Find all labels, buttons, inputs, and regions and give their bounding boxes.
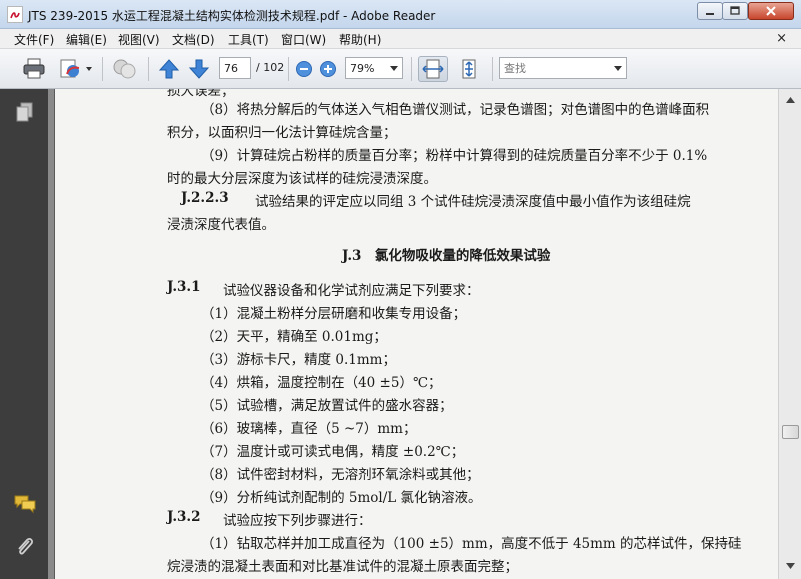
menu-document[interactable]: 文档(D) [172,31,215,48]
fit-width-icon [422,59,444,79]
zoom-in-icon [320,61,336,77]
list-item: （2）天平，精确至 0.01mg； [201,329,387,345]
toolbar-separator [102,57,103,81]
vertical-scrollbar[interactable] [778,89,801,579]
zoom-out-button[interactable] [294,56,314,82]
minimize-button[interactable] [697,2,723,20]
navigation-panel [0,89,48,579]
scrollbar-thumb[interactable] [782,425,799,439]
menu-view[interactable]: 视图(V) [118,31,160,48]
prev-page-button[interactable] [156,56,182,82]
arrow-down-icon [785,563,795,569]
chevron-down-icon [614,66,622,71]
toolbar: 76 / 102 79% 查找 [0,49,801,89]
next-page-button[interactable] [186,56,212,82]
title-bar: JTS 239-2015 水运工程混凝土结构实体检测技术规程.pdf - Ado… [0,0,801,29]
adobe-reader-icon [7,6,23,23]
text-line: 时的最大分层深度为该试样的硅烷浸渍深度。 [167,171,437,187]
pdf-page: 损大误差； （8）将热分解后的气体送入气相色谱仪测试，记录色谱图；对色谱图中的色… [54,89,778,579]
fit-page-button[interactable] [454,56,484,82]
collaborate-button[interactable] [110,56,140,82]
window-title: JTS 239-2015 水运工程混凝土结构实体检测技术规程.pdf - Ado… [28,9,436,23]
menu-tools[interactable]: 工具(T) [228,31,269,48]
attachments-panel-button[interactable] [14,535,36,557]
list-item: （8）试件密封材料，无溶剂环氧涂料或其他； [201,467,480,483]
list-item: （6）玻璃棒，直径（5 ~7）mm； [201,421,417,437]
print-button[interactable] [20,56,48,82]
text-line: 烷浸渍的混凝土表面和对比基准试件的混凝土原表面完整； [167,559,518,575]
share-icon [60,59,92,78]
pages-panel-button[interactable] [14,101,36,123]
list-item: （4）烘箱，温度控制在（40 ±5）℃； [201,375,442,391]
close-document-button[interactable]: × [776,31,787,46]
list-item: （5）试验槽，满足放置试件的盛水容器； [201,398,453,414]
close-window-button[interactable] [748,2,794,20]
zoom-out-icon [296,61,312,77]
prev-page-icon [158,59,180,79]
fit-page-icon [462,59,476,79]
section-heading: J.3 氯化物吸收量的降低效果试验 [342,248,551,264]
share-button[interactable] [56,56,94,82]
text-line: 浸渍深度代表值。 [167,217,275,233]
next-page-icon [188,59,210,79]
clause-number: J.2.2.3 [181,190,229,206]
maximize-icon [730,6,740,15]
search-input[interactable]: 查找 [499,57,627,79]
zoom-value: 79% [350,61,375,75]
clause-number: J.3.2 [167,509,201,525]
list-item: （9）分析纯试剂配制的 5mol/L 氯化钠溶液。 [201,490,482,506]
minimize-icon [706,13,714,15]
maximize-button[interactable] [722,2,748,20]
pages-icon [16,102,33,122]
text-line: （8）将热分解后的气体送入气相色谱仪测试，记录色谱图；对色谱图中的色谱峰面积 [201,102,710,118]
menu-file[interactable]: 文件(F) [14,31,54,48]
text-line: 试验结果的评定应以同组 3 个试件硅烷浸渍深度值中最小值作为该组硅烷 [255,194,691,210]
chevron-down-icon [390,66,398,71]
list-item: （7）温度计或可读式电偶，精度 ±0.2℃； [201,444,465,460]
comments-panel-button[interactable] [14,493,36,515]
page-total: / 102 [256,61,285,74]
menu-help[interactable]: 帮助(H) [339,31,381,48]
comments-icon [14,495,36,514]
page-number-input[interactable]: 76 [219,57,251,79]
attachments-icon [18,538,33,555]
scroll-up-button[interactable] [781,91,799,109]
text-line: 试验应按下列步骤进行： [223,513,372,529]
menu-window[interactable]: 窗口(W) [281,31,326,48]
text-line: 积分，以面积归一化法计算硅烷含量； [167,125,397,141]
zoom-in-button[interactable] [318,56,338,82]
menu-edit[interactable]: 编辑(E) [66,31,107,48]
list-item: （1）钻取芯样并加工成直径为（100 ±5）mm，高度不低于 45mm 的芯样试… [201,536,742,552]
toolbar-separator [492,57,493,81]
search-placeholder: 查找 [504,62,526,75]
toolbar-separator [288,57,289,81]
scroll-down-button[interactable] [781,557,799,575]
print-icon [23,58,45,79]
menu-bar: 文件(F) 编辑(E) 视图(V) 文档(D) 工具(T) 窗口(W) 帮助(H… [0,29,801,49]
text-line: 试验仪器设备和化学试剂应满足下列要求： [223,283,480,299]
fit-width-button[interactable] [418,56,448,82]
collaborate-icon [113,59,136,79]
list-item: （3）游标卡尺，精度 0.1mm； [201,352,396,368]
arrow-up-icon [785,97,795,103]
text-line: （9）计算硅烷占粉样的质量百分率；粉样中计算得到的硅烷质量百分率不少于 0.1% [201,148,708,164]
close-icon [766,6,776,16]
zoom-select[interactable]: 79% [345,57,403,79]
list-item: （1）混凝土粉样分层研磨和收集专用设备； [201,306,467,322]
document-viewport[interactable]: 损大误差； （8）将热分解后的气体送入气相色谱仪测试，记录色谱图；对色谱图中的色… [48,89,778,579]
clause-number: J.3.1 [167,279,201,295]
toolbar-separator [411,57,412,81]
toolbar-separator [148,57,149,81]
